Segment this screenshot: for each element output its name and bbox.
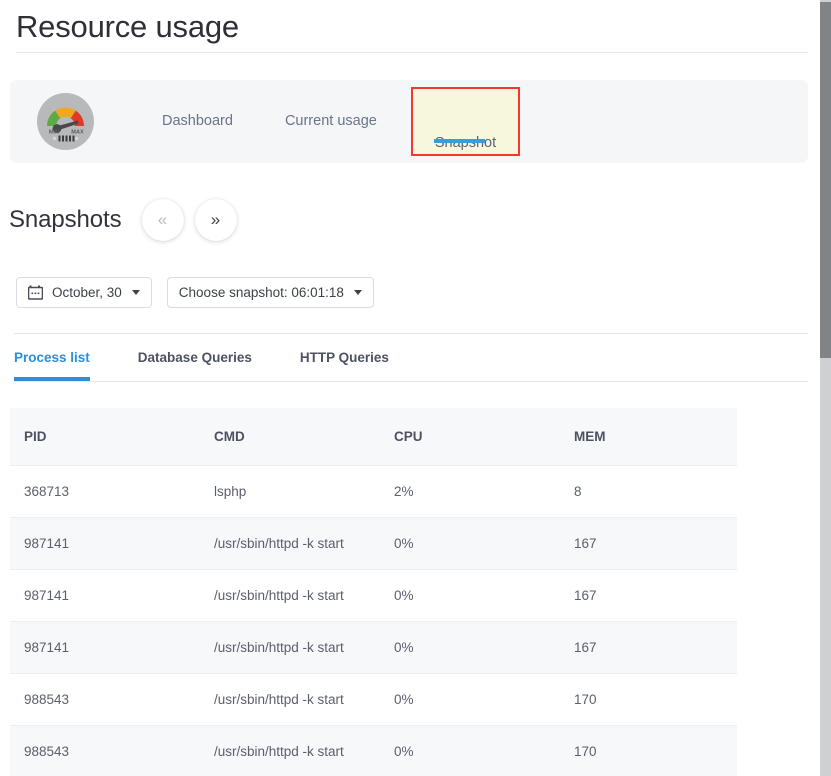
cell-cpu: 0% xyxy=(380,517,560,570)
snapshots-heading: Snapshots xyxy=(9,206,122,233)
chevron-down-icon xyxy=(353,290,362,295)
next-snapshot-button[interactable]: » xyxy=(194,199,237,241)
column-header-cpu[interactable]: CPU xyxy=(380,408,560,466)
process-list-table-wrap: PID CMD CPU MEM 368713 lsphp 2% 8 987141 xyxy=(10,408,737,776)
table-row[interactable]: 987141 /usr/sbin/httpd -k start 0% 167 xyxy=(10,517,737,570)
table-body: 368713 lsphp 2% 8 987141 /usr/sbin/httpd… xyxy=(10,465,737,776)
cell-cmd: /usr/sbin/httpd -k start xyxy=(200,725,380,776)
cell-cpu: 0% xyxy=(380,621,560,674)
nav-links: Dashboard Current usage Snapshot xyxy=(136,80,521,163)
table-row[interactable]: 988543 /usr/sbin/httpd -k start 0% 170 xyxy=(10,725,737,776)
table-header: PID CMD CPU MEM xyxy=(10,408,737,466)
cell-pid: 988543 xyxy=(10,673,200,726)
calendar-icon xyxy=(28,285,43,300)
page-content: Resource usage MIN MAX Dashboard Current… xyxy=(0,0,808,776)
date-dropdown-label: October, 30 xyxy=(52,285,122,300)
column-header-cmd[interactable]: CMD xyxy=(200,408,380,466)
cell-cpu: 0% xyxy=(380,725,560,776)
chevron-double-left-icon: « xyxy=(157,210,168,229)
scrollbar-thumb[interactable] xyxy=(820,2,831,358)
snapshot-controls: October, 30 Choose snapshot: 06:01:18 xyxy=(16,277,808,308)
cell-cpu: 0% xyxy=(380,569,560,622)
cell-cmd: /usr/sbin/httpd -k start xyxy=(200,621,380,674)
cell-pid: 987141 xyxy=(10,569,200,622)
cell-mem: 167 xyxy=(560,621,737,674)
chevron-double-right-icon: » xyxy=(210,210,221,229)
table-row[interactable]: 987141 /usr/sbin/httpd -k start 0% 167 xyxy=(10,569,737,622)
cell-cmd: /usr/sbin/httpd -k start xyxy=(200,673,380,726)
table-row[interactable]: 368713 lsphp 2% 8 xyxy=(10,465,737,518)
cell-mem: 170 xyxy=(560,673,737,726)
tab-http-queries[interactable]: HTTP Queries xyxy=(300,334,389,381)
column-header-pid[interactable]: PID xyxy=(10,408,200,466)
cell-cmd: /usr/sbin/httpd -k start xyxy=(200,569,380,622)
content-tabs: Process list Database Queries HTTP Queri… xyxy=(14,334,808,381)
nav-item-snapshot[interactable]: Snapshot xyxy=(410,87,521,156)
active-tab-underline xyxy=(433,139,485,143)
tabs-bottom-divider xyxy=(14,381,808,382)
table-row[interactable]: 988543 /usr/sbin/httpd -k start 0% 170 xyxy=(10,673,737,726)
gauge-icon: MIN MAX xyxy=(37,93,94,150)
column-header-mem[interactable]: MEM xyxy=(560,408,737,466)
cell-mem: 170 xyxy=(560,725,737,776)
tab-database-queries[interactable]: Database Queries xyxy=(138,334,252,381)
nav-item-dashboard[interactable]: Dashboard xyxy=(136,80,259,163)
resource-usage-page: Resource usage MIN MAX Dashboard Current… xyxy=(0,0,831,776)
cell-mem: 167 xyxy=(560,569,737,622)
cell-mem: 8 xyxy=(560,465,737,518)
cell-cpu: 2% xyxy=(380,465,560,518)
chevron-down-icon xyxy=(131,290,140,295)
cell-pid: 987141 xyxy=(10,517,200,570)
tab-process-list[interactable]: Process list xyxy=(14,334,90,381)
snapshot-dropdown-label: Choose snapshot: 06:01:18 xyxy=(178,285,344,300)
cell-pid: 988543 xyxy=(10,725,200,776)
cell-mem: 167 xyxy=(560,517,737,570)
previous-snapshot-button[interactable]: « xyxy=(141,199,184,241)
nav-item-current-usage[interactable]: Current usage xyxy=(259,80,403,163)
table-row[interactable]: 987141 /usr/sbin/httpd -k start 0% 167 xyxy=(10,621,737,674)
cell-pid: 368713 xyxy=(10,465,200,518)
nav-item-snapshot-label: Snapshot xyxy=(434,135,497,151)
primary-nav-card: MIN MAX Dashboard Current usage Snapshot xyxy=(10,80,808,163)
cell-cpu: 0% xyxy=(380,673,560,726)
svg-text:MIN: MIN xyxy=(49,130,59,136)
snapshot-dropdown[interactable]: Choose snapshot: 06:01:18 xyxy=(166,277,374,308)
svg-text:MAX: MAX xyxy=(71,130,84,136)
process-list-table: PID CMD CPU MEM 368713 lsphp 2% 8 987141 xyxy=(10,408,737,776)
cell-cmd: /usr/sbin/httpd -k start xyxy=(200,517,380,570)
title-divider xyxy=(16,52,808,53)
snapshots-header: Snapshots « » xyxy=(9,199,808,241)
cell-pid: 987141 xyxy=(10,621,200,674)
cell-cmd: lsphp xyxy=(200,465,380,518)
date-dropdown[interactable]: October, 30 xyxy=(16,277,152,308)
table-header-row: PID CMD CPU MEM xyxy=(10,408,737,466)
page-title: Resource usage xyxy=(16,9,239,44)
page-scrollbar[interactable] xyxy=(820,0,831,776)
